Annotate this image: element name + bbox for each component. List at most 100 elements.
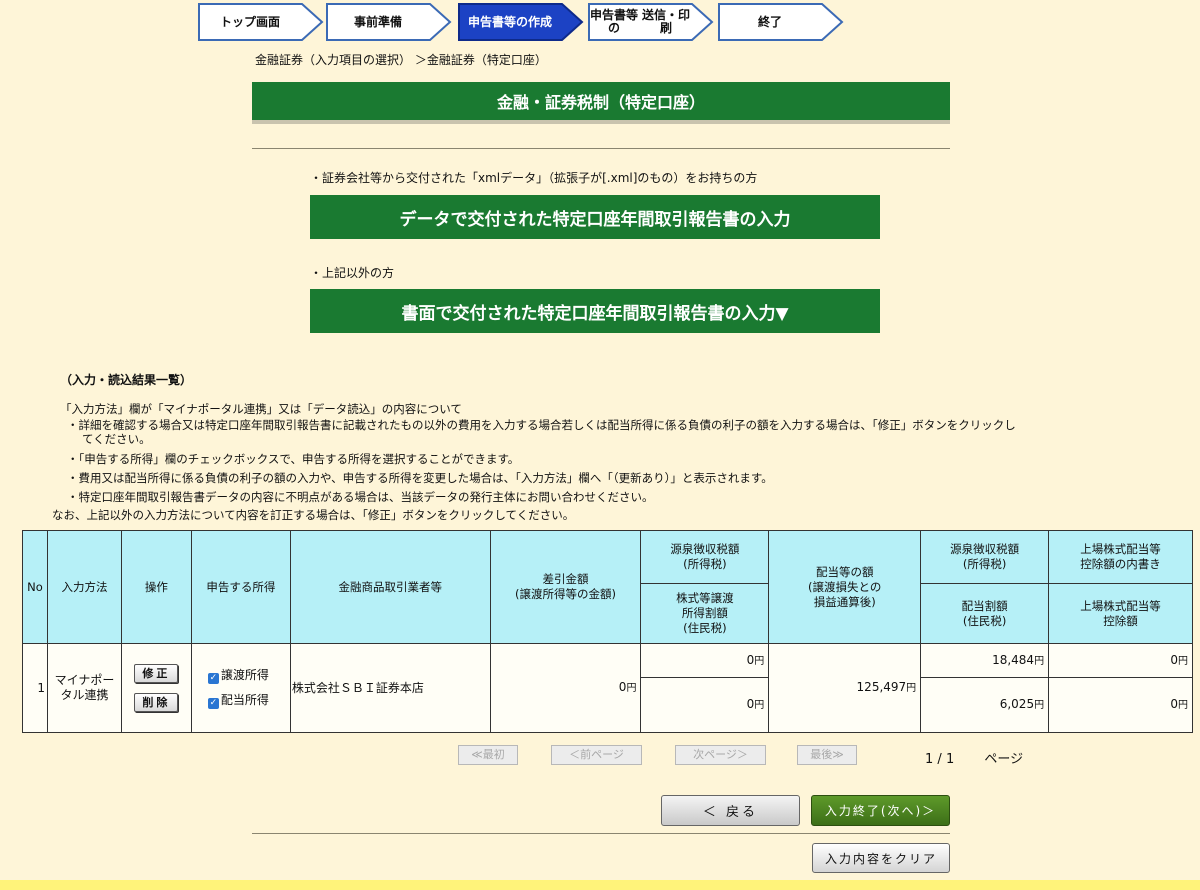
page-separator: / (937, 752, 942, 767)
cell-listed-deduction: 0円 (1048, 677, 1193, 733)
cell-dividend: 125,497円 (768, 643, 922, 733)
income-option[interactable]: ✓ 配当所得 (207, 692, 286, 709)
col-header-dividend: 配当等の額 (譲渡損失との 損益通算後) (768, 530, 922, 644)
income-option-label: 配当所得 (220, 692, 269, 707)
unit: 円 (1178, 655, 1188, 667)
page-indicator: 1 / 1 ページ (925, 748, 1023, 767)
delete-button[interactable]: 削除 (134, 693, 179, 712)
step-label-line: 申告書等の (589, 8, 638, 35)
page-title: 金融・証券税制（特定口座） (252, 82, 950, 120)
value: 0 (1170, 652, 1178, 667)
col-header-dividend-split: 配当割額 (住民税) (920, 583, 1050, 644)
header-line: (住民税) (962, 613, 1007, 628)
bottom-strip (0, 880, 1200, 890)
unit: 円 (1034, 655, 1045, 667)
first-page-button[interactable]: ≪最初 (458, 745, 518, 765)
value: 6,025 (999, 697, 1035, 711)
cell-method: マイナポータル連携 (46, 643, 122, 733)
step-label-line: 送信・印刷 (641, 8, 690, 35)
col-header-operation: 操作 (120, 530, 192, 644)
last-page-button[interactable]: 最後≫ (797, 745, 857, 765)
step-label: トップ画面 (219, 14, 280, 29)
next-page-button[interactable]: 次ページ＞ (675, 745, 766, 765)
step-label: 申告書等の 作成 (458, 3, 562, 41)
step-label: 申告書等の 送信・印刷 (588, 3, 692, 41)
header-line: (所得税) (962, 557, 1007, 571)
total-pages: 1 (945, 752, 955, 767)
cell-broker: 株式会社ＳＢＩ証券本店 (289, 643, 491, 733)
cell-dividend-split: 6,025円 (920, 677, 1050, 733)
paper-report-input-button[interactable]: 書面で交付された特定口座年間取引報告書の入力▼ (310, 289, 880, 333)
header-line: 源泉徴収税額 (670, 542, 740, 556)
step-4: 申告書等の 送信・印刷 (588, 3, 714, 43)
header-line: 上場株式配当等 (1080, 542, 1161, 556)
cell-withholding-income2: 18,484円 (920, 643, 1050, 678)
income-option[interactable]: ✓ 譲渡所得 (207, 667, 286, 684)
fix-button[interactable]: 修正 (134, 664, 179, 683)
instruction-line: ・特定口座年間取引報告書データの内容に不明点がある場合は、当該データの発行主体に… (67, 490, 654, 504)
header-line: 控除額 (1103, 613, 1138, 628)
instruction-line: 「入力方法」欄が「マイナポータル連携」又は「データ読込」の内容について (60, 402, 462, 416)
step-1: トップ画面 (198, 3, 324, 43)
header-line: 控除額の内書き (1080, 557, 1161, 571)
header-line: 配当等の額 (815, 564, 874, 579)
unit: 円 (906, 683, 917, 694)
back-button[interactable]: ＜ 戻る (661, 795, 800, 826)
header-line: 株式等譲渡 (676, 591, 734, 605)
divider (252, 148, 950, 149)
cell-no: 1 (22, 643, 48, 733)
cell-operation: 修正 削除 (120, 643, 192, 733)
col-header-no: No (22, 530, 48, 644)
unit: 円 (1178, 700, 1188, 711)
instruction-line: なお、上記以外の入力方法について内容を訂正する場合は、「修正」ボタンをクリックし… (52, 508, 575, 522)
income-option-label: 譲渡所得 (220, 667, 269, 682)
step-label-line: 申告書等の (467, 14, 528, 29)
step-2: 事前準備 (326, 3, 452, 43)
header-line: (譲渡所得等の金額) (515, 587, 616, 601)
results-heading: （入力・読込結果一覧） (60, 373, 193, 387)
other-note: ・上記以外の方 (310, 266, 395, 280)
header-line: 源泉徴収税額 (950, 542, 1020, 556)
cell-stock-transfer: 0円 (640, 677, 770, 733)
col-header-income: 申告する所得 (190, 530, 291, 644)
clear-input-button[interactable]: 入力内容をクリア (812, 843, 950, 873)
unit: 円 (754, 655, 765, 667)
step-5: 終了 (718, 3, 844, 43)
value: 0 (1170, 697, 1178, 711)
header-line: (所得税) (683, 557, 727, 571)
col-header-stock-transfer: 株式等譲渡 所得割額 (住民税) (640, 583, 770, 644)
cell-withholding-income: 0円 (640, 643, 770, 678)
finish-input-button[interactable]: 入力終了(次へ)＞ (811, 795, 950, 826)
unit: 円 (626, 683, 637, 694)
step-label-line: 作成 (528, 14, 553, 29)
header-line: 上場株式配当等 (1080, 598, 1161, 613)
header-line: (譲渡損失との (808, 579, 882, 594)
cell-income: ✓ 譲渡所得 ✓ 配当所得 (190, 643, 291, 733)
page-label: ページ (984, 752, 1024, 767)
table-row: 1 マイナポータル連携 修正 削除 ✓ 譲渡所得 ✓ 配当所得 株式会社ＳＢＩ証券本… (22, 643, 1193, 733)
checkbox-checked-icon[interactable]: ✓ (207, 697, 219, 709)
instruction-line: ・詳細を確認する場合又は特定口座年間取引報告書に記載されたもの以外の費用を入力す… (67, 418, 1016, 432)
col-header-listed-deduction: 上場株式配当等 控除額 (1048, 583, 1193, 644)
header-line: 所得割額 (681, 606, 728, 620)
header-line: 差引金額 (542, 572, 589, 586)
xml-report-input-button[interactable]: データで交付された特定口座年間取引報告書の入力 (310, 195, 880, 239)
header-line: 損益通算後) (813, 594, 876, 609)
value: 125,497 (856, 680, 907, 694)
current-page: 1 (925, 752, 934, 767)
step-label: 事前準備 (353, 14, 402, 29)
header-line: 配当割額 (961, 598, 1008, 613)
col-header-withholding-income: 源泉徴収税額 (所得税) (640, 530, 770, 584)
col-header-broker: 金融商品取引業者等 (289, 530, 491, 644)
step-label: 終了 (757, 14, 782, 29)
prev-page-button[interactable]: ＜前ページ (551, 745, 642, 765)
unit: 円 (754, 700, 765, 711)
instruction-line: ・費用又は配当所得に係る負債の利子の額の入力や、申告する所得を変更した場合は、「… (67, 471, 773, 485)
checkbox-checked-icon[interactable]: ✓ (207, 672, 219, 684)
cell-net-amount: 0円 (489, 643, 642, 733)
step-3: 申告書等の 作成 (458, 3, 584, 43)
unit: 円 (1034, 700, 1045, 711)
col-header-net-amount: 差引金額 (譲渡所得等の金額) (489, 530, 642, 644)
value: 18,484 (992, 652, 1035, 667)
results-table: No 入力方法 操作 申告する所得 金融商品取引業者等 差引金額 (譲渡所得等の… (22, 530, 1193, 733)
